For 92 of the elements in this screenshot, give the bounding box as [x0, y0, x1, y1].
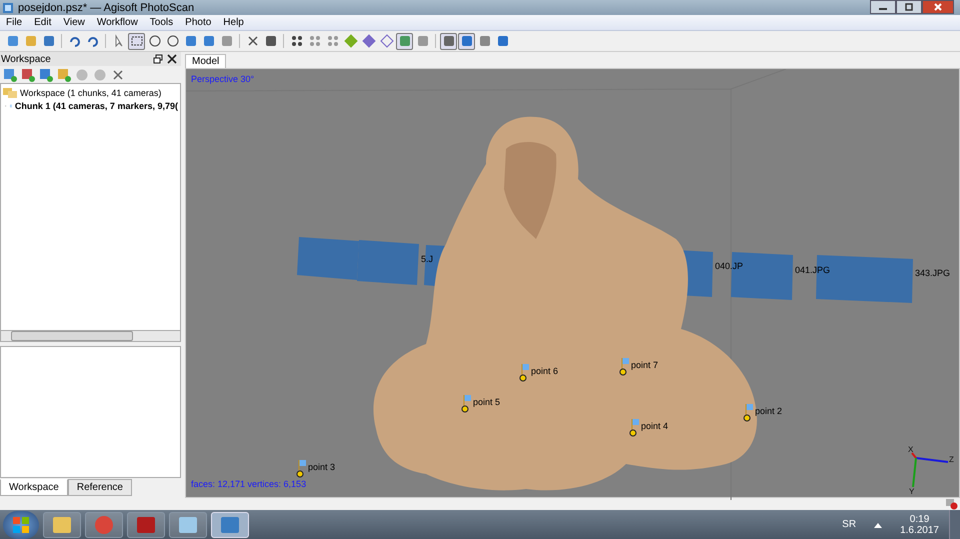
- toolbar-button[interactable]: [396, 32, 413, 50]
- tool-icon: [416, 34, 430, 48]
- mesh-stats: faces: 12,171 vertices: 6,153: [191, 479, 306, 489]
- tool-icon: [24, 34, 38, 48]
- panel-tab[interactable]: Workspace: [0, 479, 68, 496]
- tool-icon: [290, 34, 304, 48]
- app-icon: [93, 514, 115, 536]
- marker-pin-icon[interactable]: [518, 362, 530, 383]
- toolbar-button[interactable]: [378, 32, 395, 50]
- restore-icon: [905, 3, 913, 11]
- minimize-button[interactable]: [870, 0, 896, 14]
- menu-item[interactable]: Photo: [179, 17, 218, 28]
- camera-label: 343.JPG: [915, 268, 950, 278]
- tool-icon: [184, 34, 198, 48]
- tree-label: Workspace (1 chunks, 41 cameras): [20, 88, 162, 98]
- menu-item[interactable]: View: [57, 17, 91, 28]
- marker-label: point 7: [631, 360, 658, 370]
- projection-label: Perspective 30°: [191, 74, 254, 84]
- start-button[interactable]: [3, 510, 39, 538]
- view-tab[interactable]: Model: [185, 54, 226, 68]
- tool-icon: [380, 34, 394, 48]
- marker-label: point 6: [531, 366, 558, 376]
- scroll-thumb[interactable]: [11, 331, 133, 341]
- marker-pin-icon[interactable]: [618, 356, 630, 377]
- tool-icon: [264, 34, 278, 48]
- add-icon[interactable]: [57, 68, 71, 82]
- tool-icon: [130, 34, 144, 48]
- axis-label: X: [908, 444, 914, 454]
- add-icon[interactable]: [39, 68, 53, 82]
- remove-icon[interactable]: [111, 68, 125, 82]
- app-icon: [2, 2, 14, 14]
- marker-pin-icon[interactable]: [295, 458, 307, 479]
- workspace-icon: [3, 86, 17, 98]
- marker-pin-icon[interactable]: [628, 418, 640, 438]
- tool-icon: [246, 34, 260, 48]
- tool-icon: [166, 34, 180, 48]
- tool-icon: [86, 34, 100, 48]
- toolbar-button[interactable]: [128, 32, 145, 50]
- toolbar-button[interactable]: [440, 32, 457, 50]
- float-icon[interactable]: [153, 54, 163, 64]
- menu-item[interactable]: Edit: [28, 17, 58, 28]
- tool-icon: [6, 34, 20, 48]
- restore-button[interactable]: [896, 0, 922, 14]
- tool-icon: [220, 34, 234, 48]
- panel-tab[interactable]: Reference: [68, 479, 132, 496]
- tool-icon: [496, 34, 510, 48]
- tool-icon: [42, 34, 56, 48]
- marker-label: point 5: [473, 396, 500, 407]
- toolbar-button[interactable]: [458, 32, 475, 50]
- tool-icon: [362, 34, 376, 48]
- tool-icon: [202, 34, 216, 48]
- horizontal-scrollbar[interactable]: [0, 331, 181, 342]
- clock-date: 1.6.2017: [900, 524, 939, 536]
- marker-label: point 4: [641, 420, 668, 431]
- marker-label: point 3: [308, 462, 336, 472]
- close-icon[interactable]: [167, 54, 177, 64]
- taskbar-app[interactable]: [43, 512, 81, 538]
- axis-gizmo-drawing: [911, 452, 948, 487]
- tray-arrow-icon[interactable]: [874, 522, 882, 528]
- marker-pin-icon[interactable]: [742, 402, 754, 423]
- axis-label: Z: [949, 454, 954, 464]
- marker-pin-icon[interactable]: [460, 394, 472, 414]
- menu-item[interactable]: Help: [217, 17, 250, 28]
- menu-item[interactable]: File: [0, 17, 28, 28]
- error-icon[interactable]: [946, 498, 958, 510]
- tree-item[interactable]: Workspace (1 chunks, 41 cameras): [3, 86, 178, 99]
- toolbar-button[interactable]: [360, 32, 377, 50]
- add-icon[interactable]: [3, 68, 17, 82]
- close-icon: [934, 3, 942, 11]
- tool-icon: [68, 34, 82, 48]
- close-button[interactable]: [922, 0, 954, 14]
- tool-icon: [442, 34, 456, 48]
- tool-icon: [344, 34, 358, 48]
- menu-item[interactable]: Workflow: [90, 17, 144, 28]
- tool-icon: [398, 34, 412, 48]
- tool-icon: [326, 34, 340, 48]
- tree-label: Chunk 1 (41 cameras, 7 markers, 9,79(: [14, 100, 178, 110]
- taskbar-app[interactable]: [169, 512, 207, 538]
- tree-item[interactable]: Chunk 1 (41 cameras, 7 markers, 9,79(: [3, 99, 178, 112]
- tool-icon: [478, 34, 492, 48]
- language-indicator[interactable]: SR: [842, 519, 856, 530]
- window-title: posejdon.psz* — Agisoft PhotoScan: [18, 2, 194, 14]
- menu-item[interactable]: Tools: [144, 17, 180, 28]
- tool-icon: [460, 34, 474, 48]
- panel-title: Workspace: [1, 54, 51, 64]
- tool-icon: [308, 34, 322, 48]
- tool-icon: [148, 34, 162, 48]
- clock-time: 0:19: [910, 514, 930, 524]
- taskbar-app[interactable]: [127, 512, 165, 538]
- axis-label: Y: [909, 486, 914, 496]
- camera-label: 5.J: [421, 254, 434, 264]
- add-icon[interactable]: [21, 68, 35, 82]
